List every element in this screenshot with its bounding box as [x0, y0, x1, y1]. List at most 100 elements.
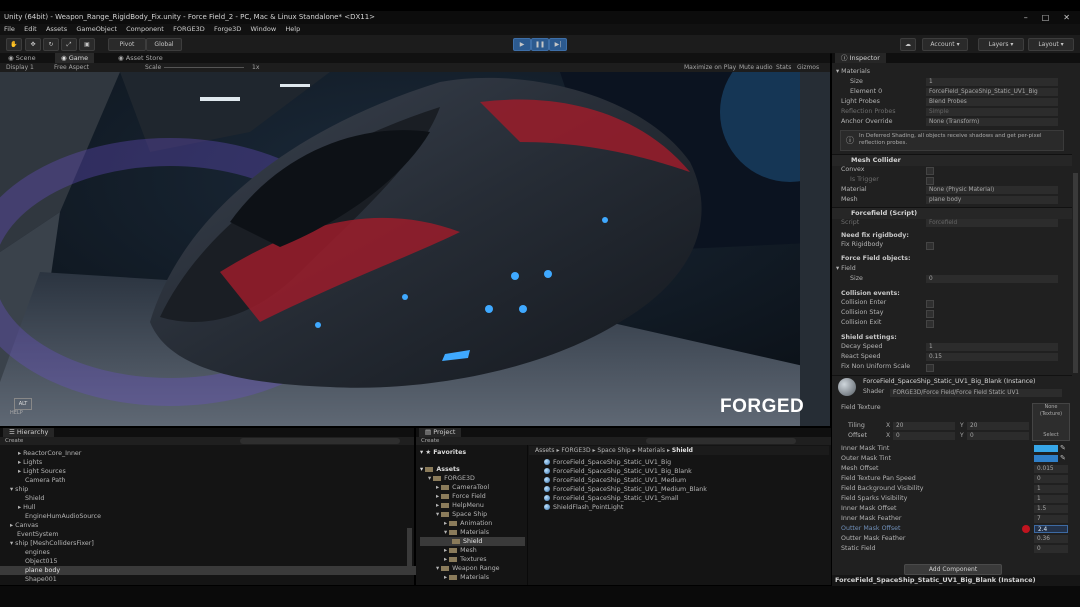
menu-gameobject[interactable]: GameObject	[76, 24, 117, 35]
account-dropdown[interactable]: Account ▾	[922, 38, 968, 51]
pause-button[interactable]: ❚❚	[531, 38, 549, 51]
global-toggle[interactable]: Global	[146, 38, 182, 51]
collision-exit-checkbox[interactable]	[926, 320, 934, 328]
hierarchy-item[interactable]: Object015	[0, 557, 430, 566]
project-tab[interactable]: ▤ Project	[419, 428, 462, 437]
add-component-button[interactable]: Add Component	[904, 564, 1002, 575]
project-folder[interactable]: ▾ Weapon Range	[436, 564, 500, 573]
hierarchy-item[interactable]: ▸ Hull	[0, 503, 423, 512]
minimize-button[interactable]: –	[1024, 11, 1028, 24]
menu-help[interactable]: Help	[285, 24, 300, 35]
menu-component[interactable]: Component	[126, 24, 164, 35]
maximize-button[interactable]: □	[1042, 11, 1050, 24]
fix-rigidbody-checkbox[interactable]	[926, 242, 934, 250]
prop-value-field[interactable]: 7	[1034, 515, 1068, 523]
prop-value-field[interactable]: 0	[1034, 475, 1068, 483]
asset-file[interactable]: ForceField_SpaceShip_Static_UV1_Small	[544, 494, 679, 503]
offset-y-field[interactable]: 0	[967, 432, 1029, 440]
favorites-header[interactable]: ▾ ★ Favorites	[420, 448, 466, 457]
element0-field[interactable]: ForceField_SpaceShip_Static_UV1_Big	[926, 88, 1058, 96]
project-folder[interactable]: ▸ Mesh	[444, 546, 477, 555]
prop-value-field-active[interactable]: 2.4	[1034, 525, 1068, 533]
field-foldout[interactable]: ▾ Field	[836, 264, 856, 274]
close-button[interactable]: ✕	[1063, 11, 1070, 24]
menu-forge3d[interactable]: Forge3D	[214, 24, 241, 35]
decay-speed-field[interactable]: 1	[926, 343, 1058, 351]
scale-slider[interactable]	[164, 67, 244, 68]
breadcrumb-item[interactable]: Materials	[638, 447, 666, 454]
project-search-input[interactable]	[646, 438, 796, 444]
is-trigger-checkbox[interactable]	[926, 177, 934, 185]
mute-audio-toggle[interactable]: Mute audio	[739, 63, 773, 72]
hierarchy-item-selected[interactable]: plane body	[0, 566, 430, 575]
mesh-field[interactable]: plane body	[926, 196, 1058, 204]
layout-dropdown[interactable]: Layout ▾	[1028, 38, 1074, 51]
non-uniform-checkbox[interactable]	[926, 364, 934, 372]
cloud-icon[interactable]: ☁	[900, 38, 916, 51]
menu-forge3d-upper[interactable]: FORGE3D	[173, 24, 205, 35]
project-folder[interactable]: ▾ Materials	[444, 528, 489, 537]
hierarchy-item[interactable]: Shield	[0, 494, 430, 503]
anchor-override-field[interactable]: None (Transform)	[926, 118, 1058, 126]
eyedropper-icon[interactable]: ✎	[1060, 454, 1066, 462]
breadcrumb-item[interactable]: Space Ship	[597, 447, 630, 454]
rect-tool-icon[interactable]: ▣	[79, 38, 95, 51]
collision-stay-checkbox[interactable]	[926, 310, 934, 318]
asset-file[interactable]: ShieldFlash_PointLight	[544, 503, 623, 512]
assets-header[interactable]: ▾ Assets	[420, 465, 460, 474]
inspector-scrollbar[interactable]	[1073, 173, 1078, 373]
scale-tool-icon[interactable]: ⤢	[61, 38, 77, 51]
move-tool-icon[interactable]: ✥	[25, 38, 41, 51]
size-field[interactable]: 1	[926, 78, 1058, 86]
shader-dropdown[interactable]: FORGE3D/Force Field/Force Field Static U…	[890, 389, 1062, 397]
display-dropdown[interactable]: Display 1	[6, 63, 34, 72]
hierarchy-item[interactable]: ▾ ship	[0, 485, 415, 494]
hierarchy-item[interactable]: ▸ Light Sources	[0, 467, 423, 476]
project-folder[interactable]: ▾ FORGE3D	[428, 474, 475, 483]
project-folder[interactable]: ▸ CameraTool	[436, 483, 489, 492]
tiling-x-field[interactable]: 20	[893, 422, 955, 430]
convex-checkbox[interactable]	[926, 167, 934, 175]
project-folder[interactable]: ▸ Materials	[444, 573, 489, 582]
project-folder[interactable]: ▸ Force Field	[436, 492, 486, 501]
rotate-tool-icon[interactable]: ↻	[43, 38, 59, 51]
pivot-toggle[interactable]: Pivot	[108, 38, 146, 51]
tab-asset-store[interactable]: ◉ Asset Store	[112, 53, 169, 63]
asset-file[interactable]: ForceField_SpaceShip_Static_UV1_Medium_B…	[544, 485, 707, 494]
hand-tool-icon[interactable]: ✋	[6, 38, 22, 51]
hierarchy-search-input[interactable]	[240, 438, 400, 444]
field-size-field[interactable]: 0	[926, 275, 1058, 283]
prop-value-field[interactable]: 0.015	[1034, 465, 1068, 473]
aspect-dropdown[interactable]: Free Aspect	[54, 63, 89, 72]
inner-mask-tint-swatch[interactable]	[1034, 445, 1058, 452]
prop-value-field[interactable]: 1	[1034, 485, 1068, 493]
outer-mask-tint-swatch[interactable]	[1034, 455, 1058, 462]
project-folder-selected[interactable]: Shield	[420, 537, 525, 546]
asset-file[interactable]: ForceField_SpaceShip_Static_UV1_Big	[544, 458, 671, 467]
hierarchy-item[interactable]: Camera Path	[0, 476, 430, 485]
eyedropper-icon[interactable]: ✎	[1060, 444, 1066, 452]
reflection-probes-dropdown[interactable]: Simple	[926, 108, 1058, 116]
project-folder[interactable]: ▸ Textures	[444, 555, 487, 564]
hierarchy-item[interactable]: ▸ Canvas	[0, 521, 415, 530]
script-field[interactable]: Forcefield	[926, 219, 1058, 227]
project-folder[interactable]: ▾ Space Ship	[436, 510, 487, 519]
hierarchy-item[interactable]: engines	[0, 548, 430, 557]
layers-dropdown[interactable]: Layers ▾	[978, 38, 1024, 51]
play-button[interactable]: ▶	[513, 38, 531, 51]
game-viewport[interactable]: ALT HELP FORGED	[0, 72, 830, 426]
maximize-on-play-toggle[interactable]: Maximize on Play	[684, 63, 736, 72]
hierarchy-create-dropdown[interactable]: Create	[5, 437, 23, 445]
project-folder[interactable]: ▸ HelpMenu	[436, 501, 484, 510]
tiling-y-field[interactable]: 20	[967, 422, 1029, 430]
stats-toggle[interactable]: Stats	[776, 63, 791, 72]
light-probes-dropdown[interactable]: Blend Probes	[926, 98, 1058, 106]
breadcrumb-item[interactable]: Assets	[535, 447, 555, 454]
menu-assets[interactable]: Assets	[46, 24, 67, 35]
menu-window[interactable]: Window	[251, 24, 277, 35]
hierarchy-item[interactable]: ▸ Lights	[0, 458, 423, 467]
material-field[interactable]: None (Physic Material)	[926, 186, 1058, 194]
menu-file[interactable]: File	[4, 24, 15, 35]
collision-enter-checkbox[interactable]	[926, 300, 934, 308]
project-folder[interactable]: ▸ Animation	[444, 519, 492, 528]
